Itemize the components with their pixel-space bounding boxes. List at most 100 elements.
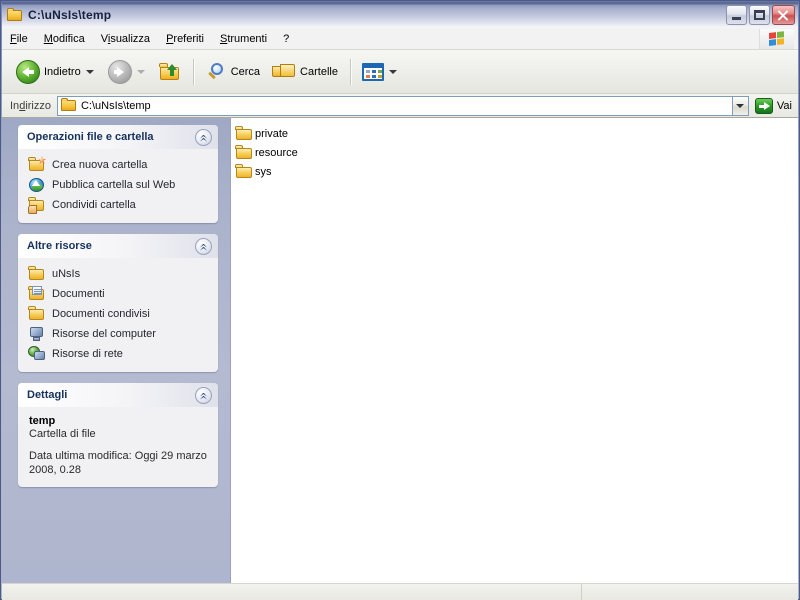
chevron-up-icon[interactable] <box>195 386 212 404</box>
panel-details: Dettagli temp Cartella di file Data ulti… <box>18 383 218 487</box>
sidebar-item-label: Documenti <box>52 288 105 300</box>
details-type: Cartella di file <box>29 428 96 440</box>
address-label: Indirizzo <box>10 99 51 112</box>
back-label: Indietro <box>44 65 81 78</box>
back-arrow-icon <box>16 59 40 84</box>
chevron-up-icon[interactable] <box>195 237 212 255</box>
sidebar-item-new-folder[interactable]: Crea nuova cartella <box>28 155 212 175</box>
sidebar-item-label: Condividi cartella <box>52 199 136 211</box>
list-item-label: sys <box>255 165 272 178</box>
folders-label: Cartelle <box>300 65 338 78</box>
search-button[interactable]: Cerca <box>201 54 266 90</box>
sidebar-item-unsis[interactable]: uNsIs <box>28 264 212 284</box>
forward-arrow-icon <box>107 59 132 84</box>
panel-body: uNsIs Documenti Documenti condivisi Riso… <box>18 258 218 372</box>
up-button[interactable] <box>153 54 187 90</box>
list-item-label: resource <box>255 146 298 159</box>
folders-icon <box>272 62 296 82</box>
panel-title: Altre risorse <box>27 240 92 252</box>
window-controls <box>726 5 795 25</box>
folder-icon <box>235 164 253 179</box>
chevron-up-icon[interactable] <box>195 128 212 146</box>
sidebar-item-shared-documents[interactable]: Documenti condivisi <box>28 304 212 324</box>
file-list[interactable]: private resource sys <box>231 118 798 583</box>
folder-icon <box>235 126 253 141</box>
menu-item-strumenti[interactable]: Strumenti <box>212 31 275 47</box>
sidebar-item-label: Documenti condivisi <box>52 308 150 320</box>
minimize-icon <box>732 17 741 20</box>
go-arrow-icon <box>754 97 773 114</box>
sidebar-item-my-computer[interactable]: Risorse del computer <box>28 324 212 344</box>
views-button[interactable] <box>358 54 403 90</box>
back-dropdown-icon[interactable] <box>85 69 94 74</box>
share-folder-icon <box>28 197 45 214</box>
sidebar-item-publish-web[interactable]: Pubblica cartella sul Web <box>28 175 212 195</box>
network-icon <box>28 346 45 362</box>
close-icon <box>777 10 789 21</box>
address-input[interactable]: C:\uNsIs\temp <box>56 95 732 116</box>
status-pane-right <box>582 584 798 600</box>
sidebar-item-documents[interactable]: Documenti <box>28 284 212 304</box>
sidebar-item-label: Pubblica cartella sul Web <box>52 179 176 191</box>
back-button[interactable]: Indietro <box>10 54 102 90</box>
panel-title: Operazioni file e cartella <box>27 131 154 143</box>
toolbar-separator-1 <box>192 58 195 85</box>
go-label: Vai <box>776 99 792 112</box>
address-value: C:\uNsIs\temp <box>80 99 151 112</box>
explorer-window: C:\uNsIs\temp File Modifica Visualizza P… <box>0 0 800 600</box>
sidebar-item-network[interactable]: Risorse di rete <box>28 344 212 364</box>
my-computer-icon <box>28 326 45 342</box>
menu-item-modifica[interactable]: Modifica <box>36 31 93 47</box>
maximize-button[interactable] <box>749 5 770 25</box>
panel-body: temp Cartella di file Data ultima modifi… <box>18 407 218 487</box>
address-dropdown-button[interactable] <box>731 95 749 116</box>
menu-item-file[interactable]: File <box>2 31 36 47</box>
status-bar <box>2 583 798 600</box>
minimize-button[interactable] <box>726 5 747 25</box>
panel-title: Dettagli <box>27 389 68 401</box>
status-text <box>2 584 582 600</box>
address-folder-icon <box>60 98 76 111</box>
window-title: C:\uNsIs\temp <box>28 8 112 22</box>
shared-documents-icon <box>28 306 45 322</box>
panel-other-places: Altre risorse uNsIs Documenti Documenti … <box>18 234 218 372</box>
new-folder-icon <box>28 156 46 173</box>
forward-dropdown-icon[interactable] <box>136 69 145 74</box>
panel-header[interactable]: Operazioni file e cartella <box>18 125 218 149</box>
list-item[interactable]: sys <box>235 162 798 181</box>
panel-header[interactable]: Dettagli <box>18 383 218 407</box>
search-icon <box>207 62 227 82</box>
panel-body: Crea nuova cartella Pubblica cartella su… <box>18 149 218 223</box>
views-icon <box>361 62 384 81</box>
menu-bar: File Modifica Visualizza Preferiti Strum… <box>2 28 798 50</box>
sidebar-item-label: Crea nuova cartella <box>52 159 148 171</box>
menu-item-visualizza[interactable]: Visualizza <box>93 31 158 47</box>
chevron-down-icon <box>736 103 745 108</box>
panel-header[interactable]: Altre risorse <box>18 234 218 258</box>
windows-flag-icon[interactable] <box>759 29 794 49</box>
window-folder-icon <box>7 8 23 22</box>
list-item[interactable]: resource <box>235 143 798 162</box>
folders-button[interactable]: Cartelle <box>266 54 344 90</box>
toolbar-separator-2 <box>349 58 352 85</box>
sidebar-item-share-folder[interactable]: Condividi cartella <box>28 195 212 215</box>
close-button[interactable] <box>772 5 795 25</box>
menu-item-help[interactable]: ? <box>275 31 297 47</box>
documents-icon <box>28 286 45 302</box>
folder-icon <box>235 145 253 160</box>
sidebar-item-label: Risorse del computer <box>52 328 156 340</box>
list-item[interactable]: private <box>235 124 798 143</box>
search-label: Cerca <box>230 65 261 78</box>
menu-item-preferiti[interactable]: Preferiti <box>158 31 212 47</box>
publish-web-icon <box>28 177 45 193</box>
go-button[interactable]: Vai <box>754 97 792 114</box>
toolbar: Indietro Cerca Cartelle <box>2 50 798 94</box>
views-dropdown-icon[interactable] <box>388 69 397 74</box>
title-bar[interactable]: C:\uNsIs\temp <box>2 2 798 28</box>
address-bar: Indirizzo C:\uNsIs\temp Vai <box>2 94 798 118</box>
folder-icon <box>28 266 45 282</box>
sidebar-item-label: uNsIs <box>52 268 81 280</box>
window-body: Operazioni file e cartella Crea nuova ca… <box>2 118 798 583</box>
task-pane-sidebar: Operazioni file e cartella Crea nuova ca… <box>2 118 231 583</box>
forward-button[interactable] <box>102 54 153 90</box>
